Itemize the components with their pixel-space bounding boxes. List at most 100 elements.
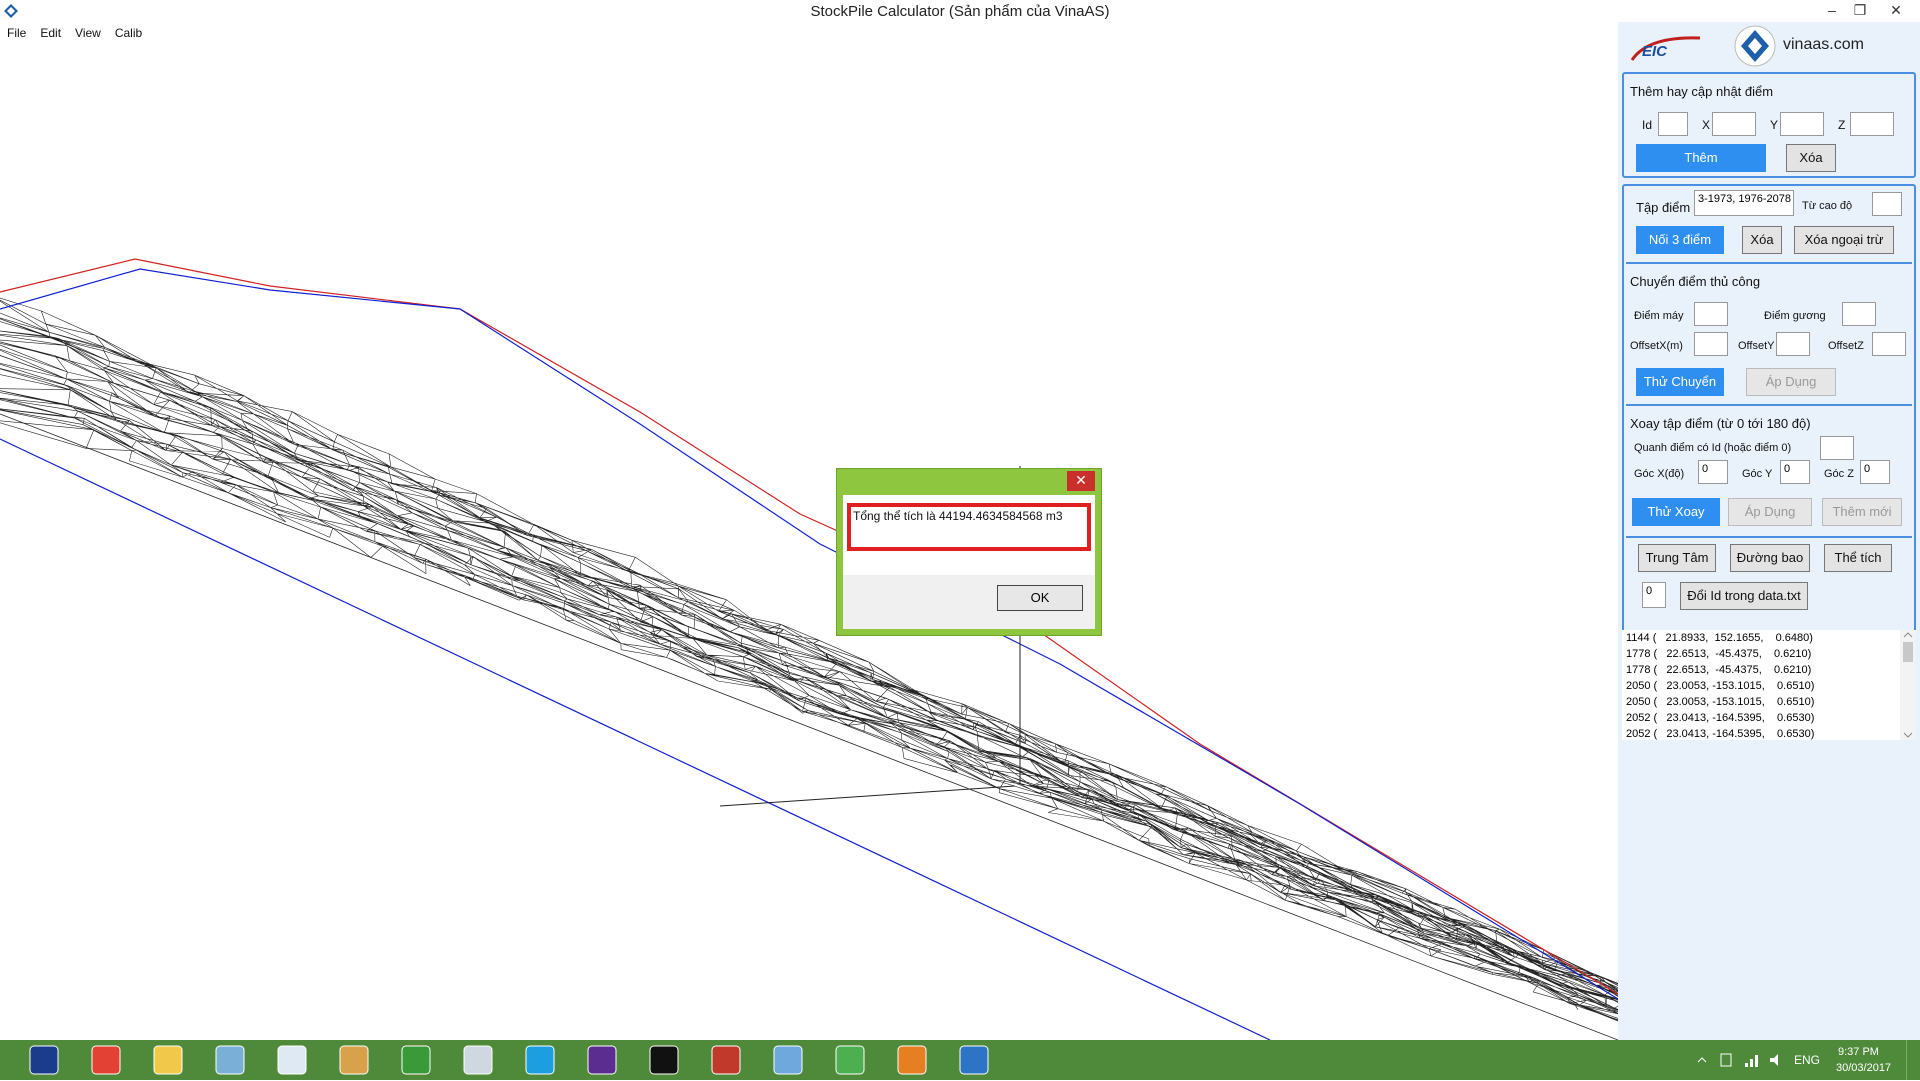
angle-x-input[interactable]: 0 <box>1698 460 1728 484</box>
visual-studio-icon[interactable] <box>574 1042 630 1078</box>
boundary-blue-line <box>0 268 1618 1000</box>
menu-calib[interactable]: Calib <box>108 24 149 42</box>
title-bar: StockPile Calculator (Sản phẩm của VinaA… <box>0 0 1920 24</box>
dialog-close-button[interactable]: ✕ <box>1067 471 1095 491</box>
vinaas-icon[interactable] <box>946 1042 1002 1078</box>
terminal-icon[interactable] <box>636 1042 692 1078</box>
delete-point-button[interactable]: Xóa <box>1786 144 1836 172</box>
language-indicator[interactable]: ENG <box>1794 1053 1820 1067</box>
change-id-button[interactable]: Đổi Id trong data.txt <box>1680 582 1808 610</box>
boundary-red-line <box>0 258 1618 995</box>
id-label: Id <box>1642 118 1653 132</box>
angle-z-label: Góc Z <box>1824 468 1854 480</box>
delete-set-button[interactable]: Xóa <box>1742 226 1782 254</box>
folder-icon[interactable] <box>140 1042 196 1078</box>
site-label: vinaas.com <box>1783 36 1864 53</box>
list-item[interactable]: 2052 ( 23.0413, -164.5395, 0.6530) <box>1622 710 1916 726</box>
tray-device-icon[interactable] <box>1718 1052 1734 1068</box>
machine-point-input[interactable] <box>1694 302 1728 326</box>
z-input[interactable] <box>1850 112 1894 136</box>
list-item[interactable]: 1778 ( 22.6513, -45.4375, 0.6210) <box>1622 646 1916 662</box>
tray-arrow-icon[interactable] <box>1696 1054 1708 1066</box>
minimize-button[interactable]: – <box>1818 0 1846 22</box>
list-item[interactable]: 2052 ( 23.0413, -164.5395, 0.6530) <box>1622 726 1916 742</box>
offset-y-input[interactable] <box>1776 332 1810 356</box>
id-change-input[interactable]: 0 <box>1642 582 1666 608</box>
center-button[interactable]: Trung Tâm <box>1638 544 1716 572</box>
angle-y-input[interactable]: 0 <box>1780 460 1810 484</box>
point-list[interactable]: 1144 ( 21.8933, 152.1655, 0.6480) 1778 (… <box>1622 630 1916 740</box>
menu-edit[interactable]: Edit <box>33 24 68 42</box>
menu-file[interactable]: File <box>0 24 33 42</box>
z-label: Z <box>1838 118 1846 132</box>
paint-icon[interactable] <box>326 1042 382 1078</box>
clock-date[interactable]: 30/03/2017 <box>1836 1062 1891 1074</box>
try-move-button[interactable]: Thử Chuyển <box>1636 368 1724 396</box>
apply-rotate-button[interactable]: Áp Dụng <box>1728 498 1812 526</box>
list-item[interactable]: 2050 ( 23.0053, -153.1015, 0.6510) <box>1622 678 1916 694</box>
chrome-icon[interactable] <box>78 1042 134 1078</box>
add-new-rotate-button[interactable]: Thêm mới <box>1822 498 1902 526</box>
mirror-point-input[interactable] <box>1842 302 1876 326</box>
image-viewer-icon[interactable] <box>450 1042 506 1078</box>
signal-icon[interactable] <box>1744 1052 1760 1068</box>
list-item[interactable]: 2050 ( 23.0053, -153.1015, 0.6510) <box>1622 694 1916 710</box>
volume-icon[interactable] <box>1768 1052 1784 1068</box>
notepad-icon[interactable] <box>388 1042 444 1078</box>
wireframe-canvas[interactable] <box>0 44 1618 1040</box>
point-set-input[interactable]: 3-1973, 1976-2078 <box>1694 190 1794 216</box>
calculator-icon[interactable] <box>822 1042 878 1078</box>
point-set-group: Tập điểm 3-1973, 1976-2078 Từ cao độ Nối… <box>1622 184 1916 646</box>
menu-view[interactable]: View <box>68 24 108 42</box>
axis-horizontal <box>719 785 1016 807</box>
manual-move-title: Chuyển điểm thủ công <box>1630 274 1761 289</box>
base-black-line <box>0 413 1618 1040</box>
terrain-mesh <box>0 258 1618 1040</box>
id-input[interactable] <box>1658 112 1688 136</box>
add-point-group: Thêm hay cập nhật điểm Id X Y Z Thêm Xóa <box>1622 72 1916 178</box>
from-height-label: Từ cao độ <box>1802 200 1853 212</box>
add-point-button[interactable]: Thêm <box>1636 144 1766 172</box>
show-desktop-button[interactable] <box>1906 1040 1920 1080</box>
delete-except-button[interactable]: Xóa ngoại trừ <box>1794 226 1894 254</box>
list-item[interactable]: 1778 ( 22.6513, -45.4375, 0.6210) <box>1622 662 1916 678</box>
offset-x-label: OffsetX(m) <box>1630 340 1683 352</box>
window-title: StockPile Calculator (Sản phẩm của VinaA… <box>810 3 1110 20</box>
vinaas-logo <box>1734 25 1776 67</box>
dialog-button-area: OK <box>843 575 1095 629</box>
x-input[interactable] <box>1712 112 1756 136</box>
dialog-message: Tổng thể tích là 44194.4634584568 m3 <box>853 509 1063 523</box>
rotate-title: Xoay tập điểm (từ 0 tới 180 độ) <box>1630 416 1811 431</box>
svg-text:EIC: EIC <box>1642 43 1668 60</box>
try-rotate-button[interactable]: Thử Xoay <box>1632 498 1720 526</box>
volume-button[interactable]: Thể tích <box>1824 544 1892 572</box>
separator <box>1626 536 1912 538</box>
offset-z-input[interactable] <box>1872 332 1906 356</box>
app-icon[interactable] <box>264 1042 320 1078</box>
machine-point-label: Điểm máy <box>1634 310 1684 322</box>
network-icon[interactable] <box>202 1042 258 1078</box>
from-height-input[interactable] <box>1872 192 1902 216</box>
clock-time[interactable]: 9:37 PM <box>1838 1046 1879 1058</box>
window-icon[interactable] <box>760 1042 816 1078</box>
separator <box>1626 404 1912 406</box>
y-input[interactable] <box>1780 112 1824 136</box>
save-icon[interactable] <box>16 1042 72 1078</box>
restore-button[interactable]: ❐ <box>1846 0 1874 22</box>
connect-three-points-button[interactable]: Nối 3 điểm <box>1636 226 1724 254</box>
boundary-button[interactable]: Đường bao <box>1730 544 1810 572</box>
offset-z-label: OffsetZ <box>1828 340 1864 352</box>
skype-icon[interactable] <box>512 1042 568 1078</box>
offset-x-input[interactable] <box>1694 332 1728 356</box>
eclipse-icon[interactable] <box>698 1042 754 1078</box>
rotate-around-label: Quanh điểm có Id (hoặc điểm 0) <box>1634 442 1792 454</box>
ok-button[interactable]: OK <box>997 585 1083 611</box>
close-button[interactable]: ✕ <box>1876 0 1916 22</box>
list-scrollbar[interactable] <box>1900 630 1916 740</box>
apply-move-button[interactable]: Áp Dụng <box>1746 368 1836 396</box>
pdf-icon[interactable] <box>884 1042 940 1078</box>
angle-z-input[interactable]: 0 <box>1860 460 1890 484</box>
list-item[interactable]: 1144 ( 21.8933, 152.1655, 0.6480) <box>1622 630 1916 646</box>
message-dialog: ✕ Tổng thể tích là 44194.4634584568 m3 O… <box>836 468 1102 636</box>
rotate-around-input[interactable] <box>1820 436 1854 460</box>
